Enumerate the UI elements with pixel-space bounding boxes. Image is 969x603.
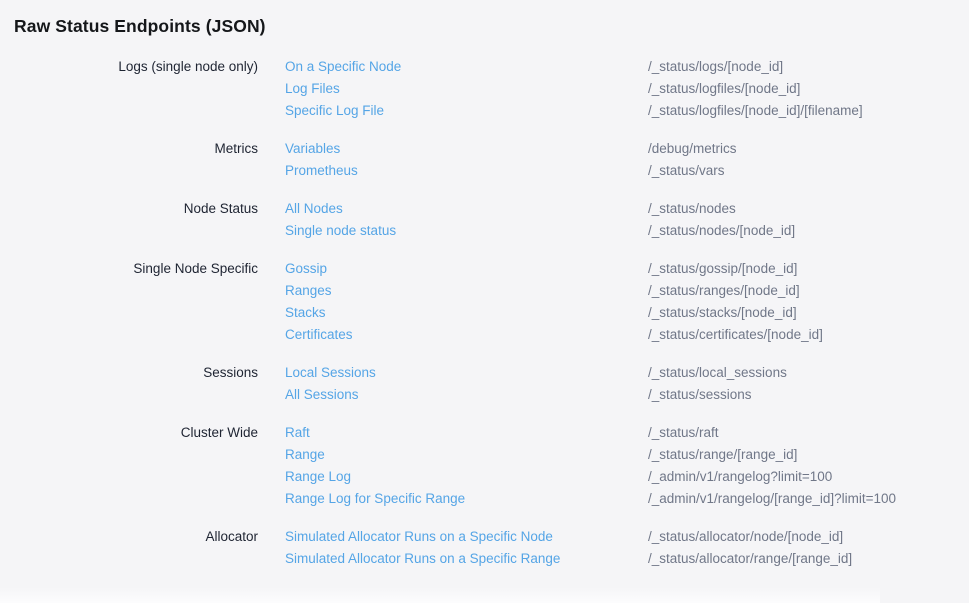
endpoint-row: Prometheus/_status/vars — [285, 160, 955, 182]
endpoint-group: Cluster Wide Raft/_status/raftRange/_stat… — [14, 422, 955, 510]
endpoint-link[interactable]: Gossip — [285, 258, 648, 280]
endpoint-groups: Logs (single node only) On a Specific Nod… — [14, 56, 955, 570]
endpoint-link[interactable]: Stacks — [285, 302, 648, 324]
endpoint-path: /_status/gossip/[node_id] — [648, 258, 955, 280]
endpoint-path: /_status/local_sessions — [648, 362, 955, 384]
endpoint-path: /_status/nodes — [648, 198, 955, 220]
endpoint-path: /_status/logs/[node_id] — [648, 56, 955, 78]
endpoint-link[interactable]: Range Log — [285, 466, 648, 488]
endpoint-row: Local Sessions/_status/local_sessions — [285, 362, 955, 384]
endpoint-link[interactable]: Certificates — [285, 324, 648, 346]
endpoint-row: On a Specific Node/_status/logs/[node_id… — [285, 56, 955, 78]
endpoint-rows: Simulated Allocator Runs on a Specific N… — [285, 526, 955, 570]
endpoint-row: All Sessions/_status/sessions — [285, 384, 955, 406]
endpoint-link[interactable]: Range Log for Specific Range — [285, 488, 648, 510]
endpoint-path: /_status/vars — [648, 160, 955, 182]
category-label: Node Status — [14, 198, 258, 242]
endpoint-link[interactable]: Single node status — [285, 220, 648, 242]
category-label: Allocator — [14, 526, 258, 570]
endpoint-rows: All Nodes/_status/nodesSingle node statu… — [285, 198, 955, 242]
endpoint-path: /_status/allocator/range/[range_id] — [648, 548, 955, 570]
endpoint-link[interactable]: Range — [285, 444, 648, 466]
endpoint-path: /_admin/v1/rangelog/[range_id]?limit=100 — [648, 488, 955, 510]
endpoint-link[interactable]: Local Sessions — [285, 362, 648, 384]
category-label: Metrics — [14, 138, 258, 182]
endpoint-row: Ranges/_status/ranges/[node_id] — [285, 280, 955, 302]
endpoint-rows: Raft/_status/raftRange/_status/range/[ra… — [285, 422, 955, 510]
endpoint-path: /_admin/v1/rangelog?limit=100 — [648, 466, 955, 488]
endpoint-row: Range/_status/range/[range_id] — [285, 444, 955, 466]
debug-endpoints-page: Raw Status Endpoints (JSON) Logs (single… — [0, 0, 969, 570]
endpoint-link[interactable]: All Sessions — [285, 384, 648, 406]
endpoint-group: Single Node Specific Gossip/_status/gossi… — [14, 258, 955, 346]
endpoint-path: /_status/logfiles/[node_id] — [648, 78, 955, 100]
endpoint-row: Certificates/_status/certificates/[node_… — [285, 324, 955, 346]
endpoint-row: Simulated Allocator Runs on a Specific N… — [285, 526, 955, 548]
endpoint-rows: Gossip/_status/gossip/[node_id]Ranges/_s… — [285, 258, 955, 346]
endpoint-link[interactable]: Variables — [285, 138, 648, 160]
endpoint-path: /debug/metrics — [648, 138, 955, 160]
endpoint-link[interactable]: Prometheus — [285, 160, 648, 182]
endpoint-row: Specific Log File/_status/logfiles/[node… — [285, 100, 955, 122]
endpoint-link[interactable]: Specific Log File — [285, 100, 648, 122]
endpoint-row: Stacks/_status/stacks/[node_id] — [285, 302, 955, 324]
endpoint-link[interactable]: Simulated Allocator Runs on a Specific R… — [285, 548, 648, 570]
endpoint-path: /_status/allocator/node/[node_id] — [648, 526, 955, 548]
category-label: Cluster Wide — [14, 422, 258, 510]
endpoint-rows: Variables/debug/metricsPrometheus/_statu… — [285, 138, 955, 182]
endpoint-row: Range Log for Specific Range/_admin/v1/r… — [285, 488, 955, 510]
category-label: Single Node Specific — [14, 258, 258, 346]
endpoint-group: Sessions Local Sessions/_status/local_ses… — [14, 362, 955, 406]
endpoint-rows: Local Sessions/_status/local_sessionsAll… — [285, 362, 955, 406]
endpoint-row: Variables/debug/metrics — [285, 138, 955, 160]
category-label: Sessions — [14, 362, 258, 406]
endpoint-path: /_status/certificates/[node_id] — [648, 324, 955, 346]
endpoint-group: Allocator Simulated Allocator Runs on a S… — [14, 526, 955, 570]
endpoint-path: /_status/ranges/[node_id] — [648, 280, 955, 302]
endpoint-path: /_status/raft — [648, 422, 955, 444]
endpoint-rows: On a Specific Node/_status/logs/[node_id… — [285, 56, 955, 122]
endpoint-link[interactable]: All Nodes — [285, 198, 648, 220]
endpoint-link[interactable]: On a Specific Node — [285, 56, 648, 78]
endpoint-link[interactable]: Simulated Allocator Runs on a Specific N… — [285, 526, 648, 548]
endpoint-group: Logs (single node only) On a Specific Nod… — [14, 56, 955, 122]
endpoint-group: Metrics Variables/debug/metricsPrometheus… — [14, 138, 955, 182]
page-title: Raw Status Endpoints (JSON) — [14, 15, 955, 37]
endpoint-path: /_status/range/[range_id] — [648, 444, 955, 466]
endpoint-row: Raft/_status/raft — [285, 422, 955, 444]
endpoint-row: Range Log/_admin/v1/rangelog?limit=100 — [285, 466, 955, 488]
endpoint-link[interactable]: Ranges — [285, 280, 648, 302]
endpoint-link[interactable]: Log Files — [285, 78, 648, 100]
endpoint-group: Node Status All Nodes/_status/nodesSingle… — [14, 198, 955, 242]
endpoint-path: /_status/logfiles/[node_id]/[filename] — [648, 100, 955, 122]
endpoint-path: /_status/stacks/[node_id] — [648, 302, 955, 324]
endpoint-row: All Nodes/_status/nodes — [285, 198, 955, 220]
endpoint-path: /_status/sessions — [648, 384, 955, 406]
endpoint-row: Simulated Allocator Runs on a Specific R… — [285, 548, 955, 570]
endpoint-path: /_status/nodes/[node_id] — [648, 220, 955, 242]
endpoint-link[interactable]: Raft — [285, 422, 648, 444]
endpoint-row: Log Files/_status/logfiles/[node_id] — [285, 78, 955, 100]
endpoint-row: Single node status/_status/nodes/[node_i… — [285, 220, 955, 242]
category-label: Logs (single node only) — [14, 56, 258, 122]
bottom-fade — [0, 587, 880, 603]
endpoint-row: Gossip/_status/gossip/[node_id] — [285, 258, 955, 280]
